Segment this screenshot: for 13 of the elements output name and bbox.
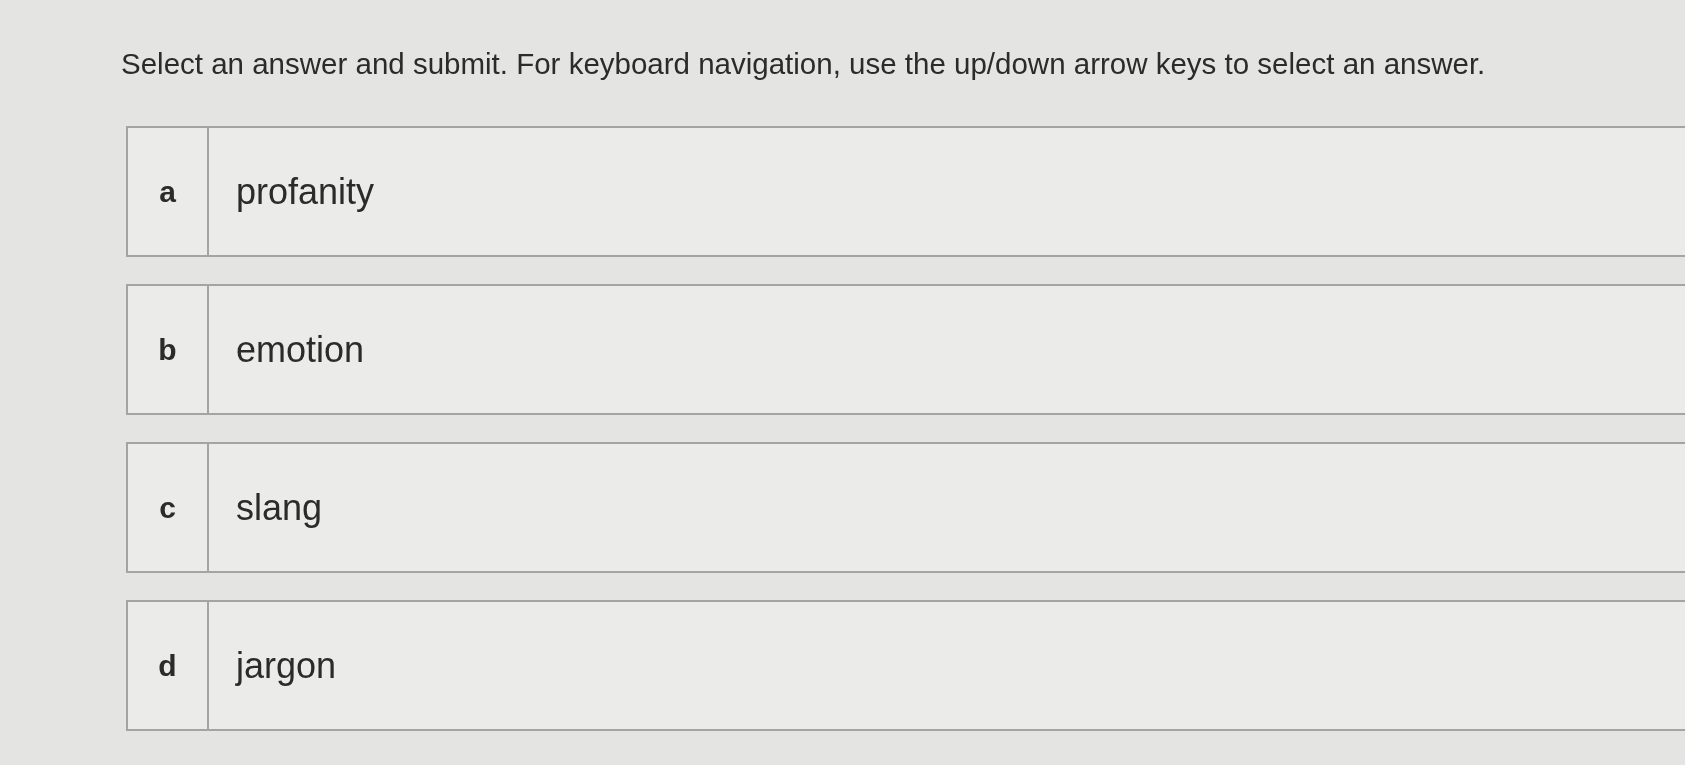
answer-label: emotion [235,327,365,372]
answer-option[interactable]: d jargon [126,600,1685,731]
option-letter: a [128,128,209,255]
answer-label: slang [235,485,323,530]
option-letter: c [128,444,209,571]
instruction-text: Select an answer and submit. For keyboard navigation, use the up/down arrow keys to select an answer. [121,46,1487,82]
option-letter: d [128,602,209,729]
answer-option[interactable]: b emotion [126,284,1685,415]
answer-label: jargon [234,643,337,688]
answer-option[interactable]: a profanity [126,126,1685,257]
option-letter: b [128,286,209,413]
answer-option[interactable]: c slang [126,442,1685,573]
answer-label: profanity [235,169,375,214]
